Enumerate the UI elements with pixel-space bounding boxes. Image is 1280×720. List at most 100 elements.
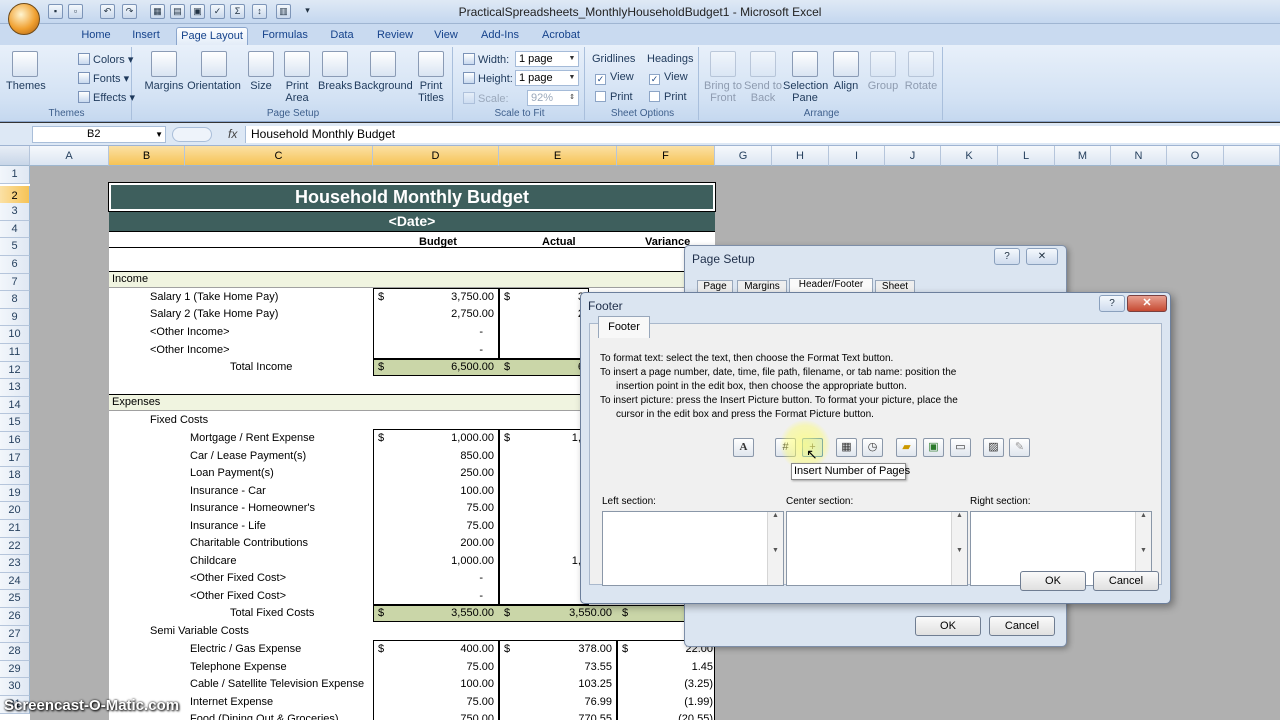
row-header[interactable]: 7: [0, 273, 30, 292]
tab-insert[interactable]: Insert: [125, 27, 167, 45]
budget-date[interactable]: <Date>: [109, 212, 715, 231]
column-header[interactable]: [1224, 146, 1280, 166]
select-all-corner[interactable]: [0, 146, 30, 166]
gridlines-view-checkbox[interactable]: ✓ View: [595, 71, 634, 85]
print-area-button[interactable]: Print Area: [280, 51, 314, 104]
row-header[interactable]: 30: [0, 678, 30, 696]
margins-button[interactable]: Margins: [142, 51, 186, 92]
open-icon[interactable]: ▤: [170, 4, 185, 19]
row-header[interactable]: 24: [0, 572, 30, 591]
left-section-input[interactable]: ▲ ▼: [602, 511, 784, 586]
column-header[interactable]: I: [829, 146, 885, 166]
column-header[interactable]: J: [885, 146, 941, 166]
row-header[interactable]: 12: [0, 361, 30, 380]
format-picture-icon[interactable]: ✎: [1009, 438, 1030, 457]
effects-button[interactable]: Effects ▾: [78, 91, 135, 104]
center-section-input[interactable]: ▲ ▼: [786, 511, 968, 586]
column-header[interactable]: C: [185, 146, 373, 166]
row-header[interactable]: 21: [0, 520, 30, 538]
row-header[interactable]: 13: [0, 379, 30, 397]
column-header[interactable]: K: [941, 146, 998, 166]
insert-time-icon[interactable]: ◷: [862, 438, 883, 457]
insert-file-path-icon[interactable]: ▰: [896, 438, 917, 457]
insert-file-name-icon[interactable]: ▣: [923, 438, 944, 457]
redo-icon[interactable]: ↷: [122, 4, 137, 19]
insert-date-icon[interactable]: ▦: [836, 438, 857, 457]
save-icon[interactable]: ▪: [48, 4, 63, 19]
column-header[interactable]: O: [1167, 146, 1224, 166]
tab-data[interactable]: Data: [322, 27, 362, 45]
office-button[interactable]: [8, 3, 40, 35]
formula-input[interactable]: Household Monthly Budget: [245, 126, 1280, 143]
tab-page-layout[interactable]: Page Layout: [176, 27, 248, 45]
row-header[interactable]: 27: [0, 625, 30, 644]
row-header[interactable]: 25: [0, 590, 30, 608]
gridlines-print-checkbox[interactable]: Print: [595, 91, 633, 103]
row-header[interactable]: 3: [0, 203, 30, 221]
print-titles-button[interactable]: Print Titles: [416, 51, 446, 104]
size-button[interactable]: Size: [246, 51, 276, 92]
fonts-button[interactable]: Fonts ▾: [78, 72, 129, 85]
breaks-button[interactable]: Breaks: [318, 51, 352, 92]
background-button[interactable]: Background: [354, 51, 413, 92]
insert-icon[interactable]: ▥: [276, 4, 291, 19]
footer-cancel-button[interactable]: Cancel: [1093, 571, 1159, 591]
tab-review[interactable]: Review: [370, 27, 420, 45]
row-header[interactable]: 26: [0, 608, 30, 626]
help-button[interactable]: ?: [1099, 295, 1125, 312]
name-box[interactable]: B2 ▼: [32, 126, 166, 143]
row-header[interactable]: 28: [0, 643, 30, 661]
scrollbar[interactable]: ▲ ▼: [767, 512, 783, 585]
undo-icon[interactable]: ↶: [100, 4, 115, 19]
headings-view-checkbox[interactable]: ✓ View: [649, 71, 688, 85]
close-button[interactable]: ✕: [1026, 248, 1058, 265]
column-header[interactable]: A: [30, 146, 109, 166]
page-setup-cancel-button[interactable]: Cancel: [989, 616, 1055, 636]
spellcheck-icon[interactable]: ✓: [210, 4, 225, 19]
colors-button[interactable]: Colors ▾: [78, 53, 133, 66]
pdf-icon[interactable]: ▫: [68, 4, 83, 19]
row-header[interactable]: 15: [0, 414, 30, 432]
send-to-back-button[interactable]: Send to Back: [743, 51, 783, 104]
scrollbar[interactable]: ▲ ▼: [951, 512, 967, 585]
width-select[interactable]: 1 page ▼: [515, 51, 579, 67]
scale-stepper[interactable]: 92% ⇕: [527, 90, 579, 106]
row-header[interactable]: 6: [0, 256, 30, 274]
row-header[interactable]: 22: [0, 537, 30, 556]
row-header[interactable]: 9: [0, 308, 30, 327]
row-header[interactable]: 17: [0, 449, 30, 468]
bring-to-front-button[interactable]: Bring to Front: [703, 51, 743, 104]
insert-sheet-name-icon[interactable]: ▭: [950, 438, 971, 457]
column-header[interactable]: L: [998, 146, 1055, 166]
column-header[interactable]: F: [617, 146, 715, 166]
formula-expand-handle[interactable]: [172, 127, 212, 142]
fx-icon[interactable]: fx: [228, 127, 237, 141]
tab-home[interactable]: Home: [75, 27, 117, 45]
insert-picture-icon[interactable]: ▨: [983, 438, 1004, 457]
sort-asc-icon[interactable]: ↕: [252, 4, 267, 19]
orientation-button[interactable]: Orientation: [186, 51, 242, 92]
sum-icon[interactable]: Σ: [230, 4, 245, 19]
column-header[interactable]: B: [109, 146, 185, 166]
row-header[interactable]: 1: [0, 166, 30, 184]
column-header[interactable]: M: [1055, 146, 1111, 166]
column-header[interactable]: E: [499, 146, 617, 166]
column-header[interactable]: G: [715, 146, 772, 166]
row-header[interactable]: 8: [0, 291, 30, 309]
themes-button[interactable]: Themes: [6, 51, 46, 92]
rotate-button[interactable]: Rotate: [903, 51, 939, 92]
row-header[interactable]: 19: [0, 484, 30, 503]
row-header[interactable]: 16: [0, 432, 30, 450]
close-button[interactable]: ✕: [1127, 295, 1167, 312]
selection-pane-button[interactable]: Selection Pane: [783, 51, 828, 104]
row-header[interactable]: 11: [0, 344, 30, 362]
print-preview-icon[interactable]: ▣: [190, 4, 205, 19]
column-header[interactable]: D: [373, 146, 499, 166]
budget-title[interactable]: Household Monthly Budget: [108, 182, 716, 212]
row-header[interactable]: 4: [0, 220, 30, 239]
row-header[interactable]: 23: [0, 555, 30, 573]
tab-view[interactable]: View: [428, 27, 464, 45]
row-header[interactable]: 14: [0, 396, 30, 415]
row-header[interactable]: 29: [0, 660, 30, 679]
headings-print-checkbox[interactable]: Print: [649, 91, 687, 103]
